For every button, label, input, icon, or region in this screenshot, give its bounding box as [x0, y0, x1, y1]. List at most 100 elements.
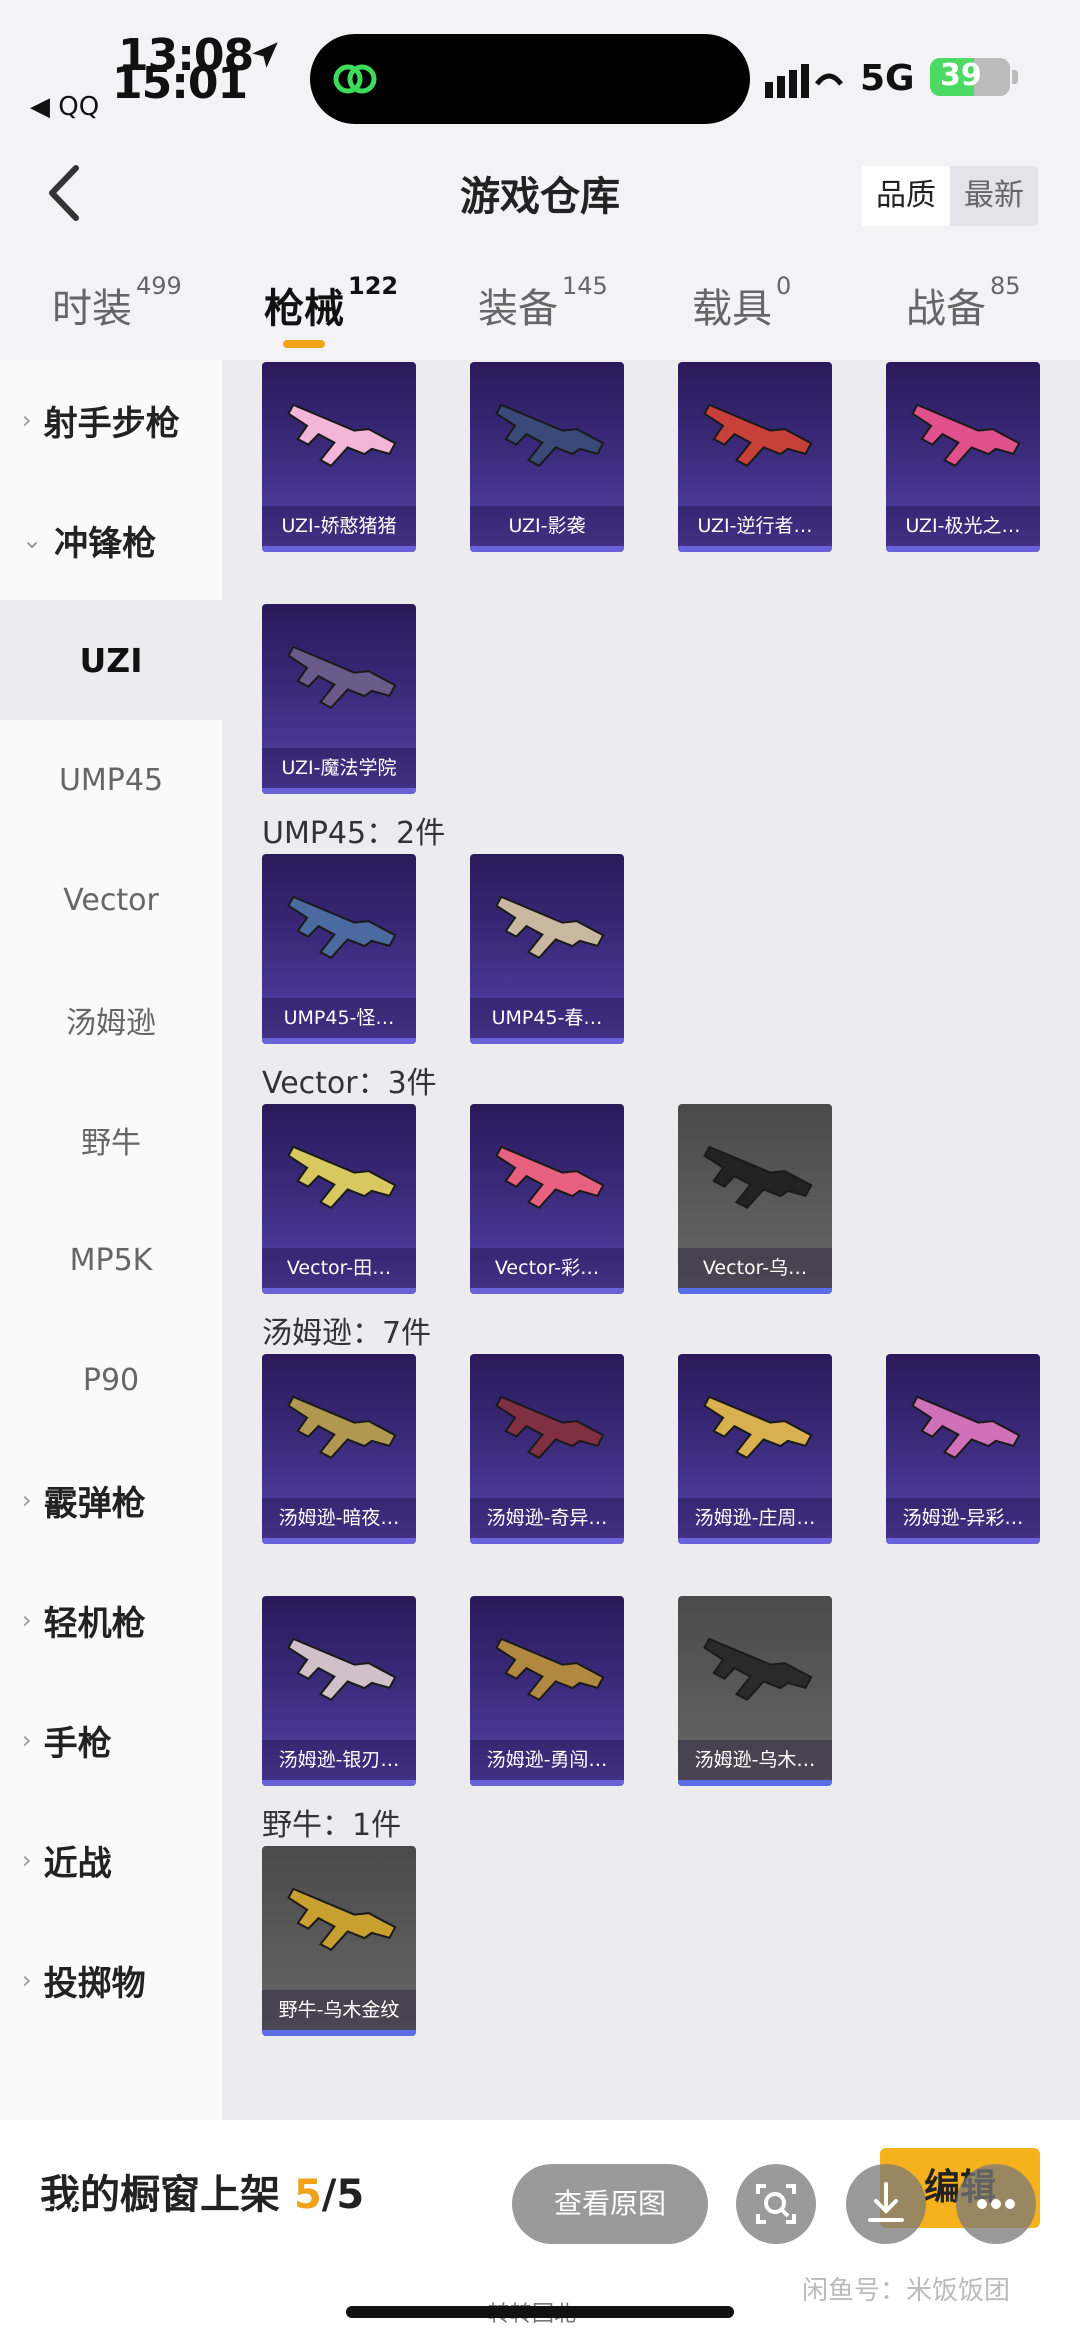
sidebar-item-vector[interactable]: Vector — [0, 840, 222, 960]
rarity-bar — [470, 1538, 624, 1544]
rarity-bar — [262, 1780, 416, 1786]
rarity-bar — [678, 1538, 832, 1544]
sidebar-item-mp5k[interactable]: MP5K — [0, 1200, 222, 1320]
showcase-total: /5 — [321, 2172, 365, 2218]
sidebar-item-label: 冲锋枪 — [54, 523, 157, 564]
weapon-skin-card[interactable]: Vector-彩… — [470, 1104, 624, 1294]
weapon-skin-card[interactable]: 汤姆逊-奇异… — [470, 1354, 624, 1544]
weapon-skin-card[interactable]: UZI-影袭 — [470, 362, 624, 552]
weapon-skin-card[interactable]: UMP45-春… — [470, 854, 624, 1044]
sidebar-item-throwable[interactable]: › 投掷物 — [0, 1920, 222, 2040]
download-icon — [868, 2182, 904, 2222]
weapon-image-icon — [495, 1145, 605, 1210]
weapon-image-icon — [911, 1395, 1021, 1460]
status-time: 15:01 — [112, 58, 248, 109]
back-to-app-link[interactable]: ◀ QQ — [30, 92, 99, 122]
rarity-bar — [262, 2030, 416, 2036]
weapon-skin-name: UMP45-春… — [470, 998, 624, 1038]
sidebar-item-bizon[interactable]: 野牛 — [0, 1080, 222, 1200]
weapon-skin-name: 汤姆逊-奇异… — [470, 1498, 624, 1538]
weapon-skin-name: 汤姆逊-乌木… — [678, 1740, 832, 1780]
weapon-image-icon — [287, 895, 397, 960]
view-original-button[interactable]: 查看原图 — [512, 2164, 708, 2244]
sort-newest-button[interactable]: 最新 — [950, 166, 1038, 226]
weapon-image-icon — [911, 403, 1021, 468]
weapon-image-icon — [287, 1637, 397, 1702]
rarity-bar — [886, 546, 1040, 552]
weapon-skin-card[interactable]: 汤姆逊-乌木… — [678, 1596, 832, 1786]
weapon-image-icon — [495, 895, 605, 960]
weapon-skin-name: UZI-影袭 — [470, 506, 624, 546]
tab-label: 枪械 — [264, 286, 344, 332]
weapon-skin-card[interactable]: UMP45-怪… — [262, 854, 416, 1044]
tab-equipment[interactable]: 装备 145 — [478, 272, 608, 334]
tab-fashion[interactable]: 时装 499 — [52, 272, 182, 334]
tab-count: 499 — [136, 272, 182, 300]
weapon-skin-card[interactable]: UZI-魔法学院 — [262, 604, 416, 794]
weapon-skin-card[interactable]: 汤姆逊-银刃… — [262, 1596, 416, 1786]
weapon-skin-card[interactable]: UZI-极光之… — [886, 362, 1040, 552]
sort-toggle: 品质 最新 — [862, 166, 1038, 226]
sidebar-item-thompson[interactable]: 汤姆逊 — [0, 960, 222, 1080]
weapon-skin-card[interactable]: 野牛-乌木金纹 — [262, 1846, 416, 2036]
weapon-image-icon — [495, 403, 605, 468]
weapon-skin-card[interactable]: 汤姆逊-异彩… — [886, 1354, 1040, 1544]
scan-search-icon — [756, 2184, 796, 2224]
sidebar-item-uzi[interactable]: UZI — [0, 600, 222, 720]
weapon-skin-name: Vector-田… — [262, 1248, 416, 1288]
tab-guns[interactable]: 枪械 122 — [264, 272, 398, 334]
weapon-skin-name: UZI-魔法学院 — [262, 748, 416, 788]
weapon-skin-card[interactable]: Vector-乌… — [678, 1104, 832, 1294]
tab-label: 时装 — [52, 286, 132, 332]
tab-vehicles[interactable]: 载具 0 — [692, 272, 791, 334]
rarity-bar — [678, 1780, 832, 1786]
weapon-skin-card[interactable]: 汤姆逊-庄周… — [678, 1354, 832, 1544]
more-dots-icon — [977, 2199, 1015, 2209]
weapon-skin-name: 汤姆逊-银刃… — [262, 1740, 416, 1780]
more-button[interactable] — [956, 2164, 1036, 2244]
sort-quality-button[interactable]: 品质 — [862, 166, 950, 226]
image-search-button[interactable] — [736, 2164, 816, 2244]
weapon-skin-name: Vector-彩… — [470, 1248, 624, 1288]
chevron-right-icon: › — [22, 1606, 32, 1634]
chevron-right-icon: › — [22, 406, 32, 434]
sidebar-item-lmg[interactable]: › 轻机枪 — [0, 1560, 222, 1680]
download-button[interactable] — [846, 2164, 926, 2244]
location-arrow-icon — [252, 42, 278, 68]
weapon-skin-name: 汤姆逊-暗夜… — [262, 1498, 416, 1538]
chevron-right-icon: › — [22, 1966, 32, 1994]
tab-label: 战备 — [906, 286, 986, 332]
chevron-right-icon: › — [22, 1486, 32, 1514]
battery-nub — [1012, 70, 1018, 84]
weapon-skin-name: UZI-极光之… — [886, 506, 1040, 546]
section-title: 汤姆逊：7件 — [262, 1316, 432, 1351]
sidebar-item-shotgun[interactable]: › 霰弹枪 — [0, 1440, 222, 1560]
sidebar-item-pistol[interactable]: › 手枪 — [0, 1680, 222, 1800]
sidebar-item-p90[interactable]: P90 — [0, 1320, 222, 1440]
battery-percent: 39 — [940, 58, 982, 93]
weapon-image-icon — [703, 403, 813, 468]
weapon-skin-name: Vector-乌… — [678, 1248, 832, 1288]
sidebar-item-label: 射手步枪 — [43, 403, 180, 444]
rarity-bar — [470, 1780, 624, 1786]
weapon-image-icon — [495, 1395, 605, 1460]
sidebar-item-label: 投掷物 — [43, 1963, 146, 2004]
tab-count: 145 — [562, 272, 608, 300]
weapon-skin-card[interactable]: 汤姆逊-暗夜… — [262, 1354, 416, 1544]
status-bar: 13:08 15:01 ◀ QQ 5G 39 — [0, 0, 1080, 140]
weapon-skin-card[interactable]: Vector-田… — [262, 1104, 416, 1294]
sidebar-item-melee[interactable]: › 近战 — [0, 1800, 222, 1920]
rarity-bar — [262, 788, 416, 794]
watermark-text: 闲鱼号：米饭饭团 — [802, 2276, 1011, 2306]
weapon-skin-card[interactable]: UZI-娇憨猪猪 — [262, 362, 416, 552]
weapon-skin-card[interactable]: 汤姆逊-勇闯… — [470, 1596, 624, 1786]
sidebar-item-marksman-rifle[interactable]: › 射手步枪 — [0, 360, 222, 480]
sidebar-item-smg[interactable]: ⌄ 冲锋枪 — [0, 480, 222, 600]
weapon-sidebar: › 射手步枪 ⌄ 冲锋枪 UZI UMP45 Vector 汤姆逊 野牛 MP5K … — [0, 360, 222, 2120]
section-title: Vector：3件 — [262, 1066, 437, 1101]
tab-supplies[interactable]: 战备 85 — [906, 272, 1021, 334]
sidebar-item-ump45[interactable]: UMP45 — [0, 720, 222, 840]
weapon-skin-card[interactable]: UZI-逆行者… — [678, 362, 832, 552]
category-tabs: 时装 499 枪械 122 装备 145 载具 0 战备 85 — [0, 262, 1080, 358]
rarity-bar — [262, 1288, 416, 1294]
